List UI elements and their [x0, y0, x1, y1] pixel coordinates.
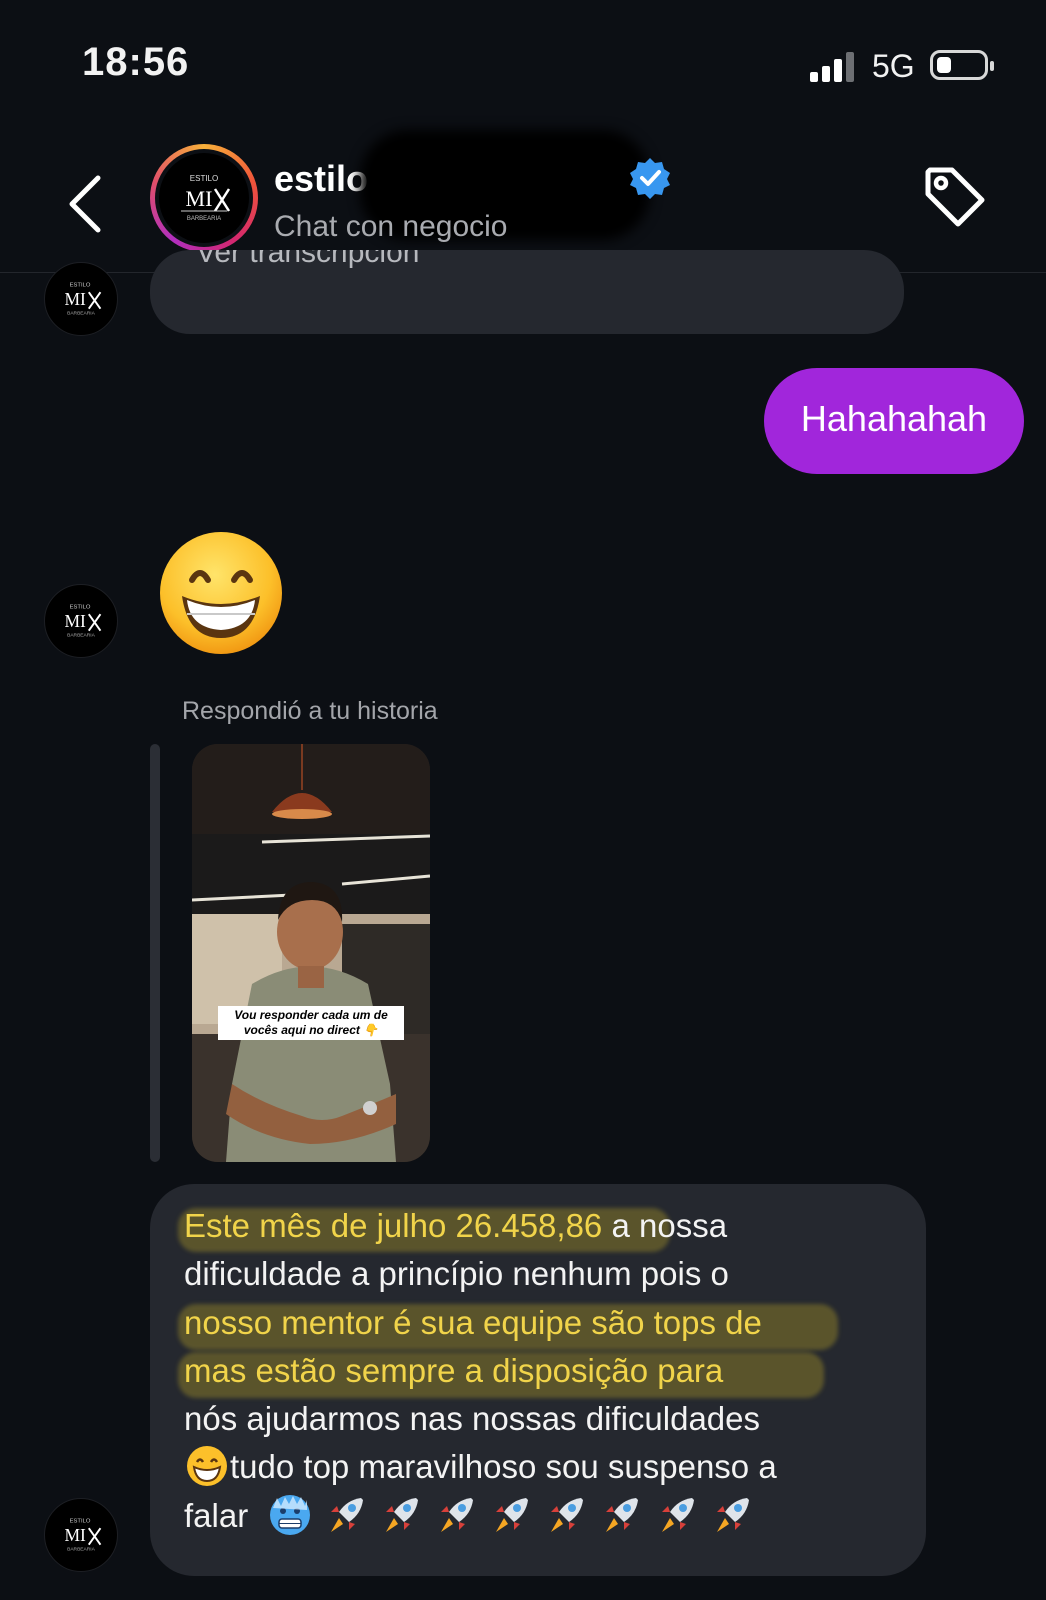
rocket-icon [606, 1497, 639, 1532]
grinning-face-icon[interactable] [158, 530, 284, 656]
svg-text:ESTILO: ESTILO [70, 1518, 91, 1524]
svg-text:BARBEARIA: BARBEARIA [187, 216, 221, 222]
svg-text:ESTILO: ESTILO [70, 604, 91, 610]
svg-text:ESTILO: ESTILO [70, 282, 91, 288]
freezing-face-icon [270, 1494, 311, 1535]
svg-text:MI: MI [64, 1525, 86, 1545]
svg-text:MI: MI [64, 611, 86, 631]
signal-icon [810, 52, 858, 82]
svg-text:BARBEARIA: BARBEARIA [67, 633, 96, 639]
reply-indicator [150, 744, 160, 1162]
story-thumbnail[interactable]: Vou responder cada um de vocês aqui no d… [192, 744, 430, 1162]
sender-avatar[interactable]: ESTILO MI BARBEARIA [44, 262, 118, 336]
highlighted-text: mas estão sempre a disposição para [184, 1351, 724, 1389]
outgoing-message-text: Hahahahah [800, 398, 988, 439]
verified-badge-icon [630, 158, 670, 199]
battery-icon [930, 50, 994, 80]
sender-avatar[interactable]: ESTILO MI BARBEARIA [44, 1498, 118, 1572]
rocket-icon [330, 1497, 363, 1532]
rocket-icon [716, 1497, 749, 1532]
rocket-icon [385, 1497, 418, 1532]
estilo-mix-logo: ESTILO MI BARBEARIA [159, 153, 249, 243]
status-bar: 18:56 5G [0, 0, 1046, 130]
avatar[interactable]: ESTILO MI BARBEARIA [150, 144, 258, 252]
network-label: 5G [872, 48, 915, 84]
svg-text:MI: MI [64, 289, 86, 309]
rocket-icon [551, 1497, 584, 1532]
story-caption: Vou responder cada um de vocês aqui no d… [218, 1006, 404, 1040]
highlighted-text: Este mês de julho 26.458,86 [184, 1207, 603, 1244]
rocket-icon [661, 1497, 694, 1532]
reply-label: Respondió a tu historia [182, 697, 438, 725]
transcription-link[interactable]: Ver transcripción [196, 250, 419, 270]
sender-avatar[interactable]: ESTILO MI BARBEARIA [44, 584, 118, 658]
highlighted-text: nosso mentor é sua equipe são tops de [184, 1303, 762, 1341]
grinning-face-icon [187, 1446, 227, 1487]
tag-icon[interactable] [920, 162, 990, 232]
message-text: Este mês de julho 26.458,86 a nossa difi… [184, 1202, 904, 1540]
svg-text:MI: MI [186, 186, 213, 211]
rocket-icon [440, 1497, 473, 1532]
rocket-icon [496, 1497, 529, 1532]
previous-message-bubble[interactable]: Ver transcripción [150, 250, 904, 334]
outgoing-message-bubble[interactable]: Hahahahah [764, 368, 1024, 474]
chevron-left-icon[interactable] [60, 172, 110, 236]
svg-text:BARBEARIA: BARBEARIA [67, 1547, 96, 1553]
svg-text:BARBEARIA: BARBEARIA [67, 311, 96, 317]
story-image [192, 744, 430, 1162]
svg-text:ESTILO: ESTILO [190, 174, 218, 183]
chat-subtitle: Chat con negocio [274, 210, 508, 243]
incoming-message-bubble[interactable]: Este mês de julho 26.458,86 a nossa difi… [150, 1184, 926, 1576]
chat-title[interactable]: estilo [274, 158, 368, 200]
status-time: 18:56 [82, 40, 190, 84]
